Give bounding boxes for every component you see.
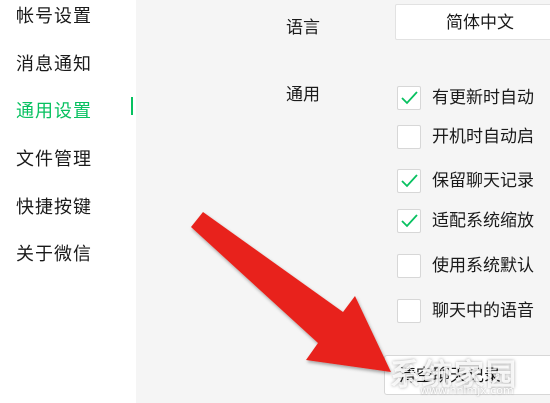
red-arrow-icon [191, 212, 391, 372]
watermark-url: www.hnlmjx.com [420, 384, 514, 397]
